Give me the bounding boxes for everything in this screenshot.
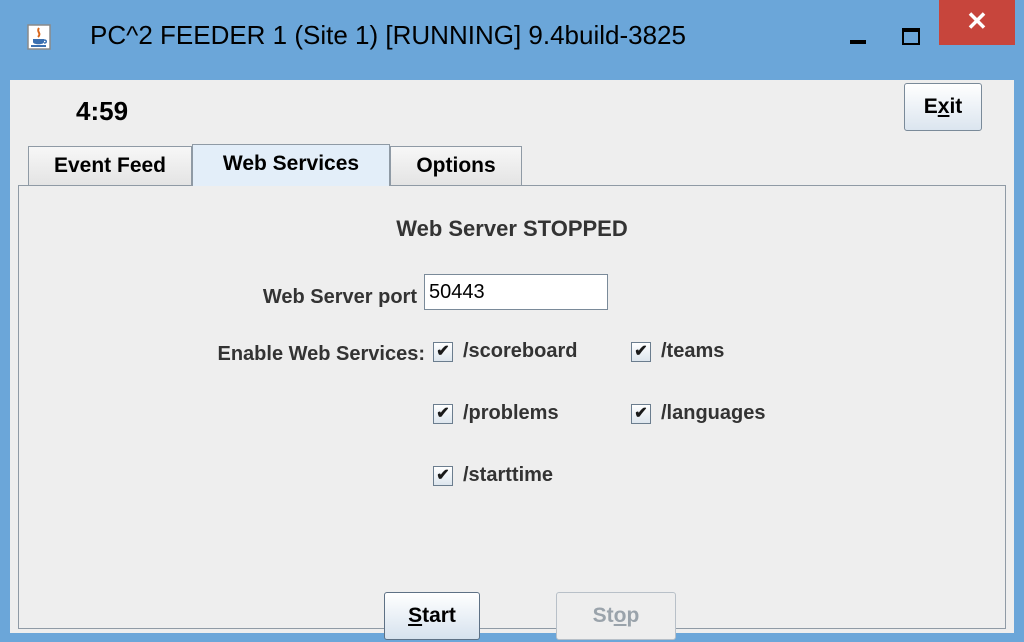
web-services-panel: Web Server STOPPED Web Server port Enabl… (18, 185, 1006, 640)
port-label: Web Server port (262, 286, 417, 308)
tab-options[interactable]: Options (390, 146, 522, 185)
port-input[interactable] (424, 274, 608, 310)
window-title: PC^2 FEEDER 1 (Site 1) [RUNNING] 9.4buil… (90, 20, 686, 50)
exit-label-suffix: it (949, 95, 963, 118)
checkbox-checked-icon: ✔ (433, 465, 453, 486)
checkbox-checked-icon: ✔ (631, 403, 651, 424)
exit-button[interactable]: Exit (904, 83, 982, 131)
minimize-button[interactable] (832, 8, 884, 60)
stop-button: Stop (556, 592, 676, 640)
problems-label: /problems (463, 402, 559, 424)
java-app-icon (27, 24, 51, 50)
web-server-status: Web Server STOPPED (396, 216, 628, 241)
maximize-button[interactable] (884, 8, 936, 60)
start-label-rest: tart (422, 604, 456, 627)
exit-label-mnemonic: x (937, 95, 950, 118)
close-button[interactable]: ✕ (939, 0, 1015, 45)
stop-label-prefix: St (592, 604, 614, 627)
starttime-checkbox[interactable]: ✔ /starttime (433, 464, 553, 487)
scoreboard-label: /scoreboard (463, 340, 578, 362)
start-label-mnemonic: S (408, 604, 423, 627)
teams-label: /teams (661, 340, 725, 362)
enable-services-label: Enable Web Services: (217, 343, 426, 365)
teams-checkbox[interactable]: ✔ /teams (631, 340, 724, 363)
start-button[interactable]: Start (384, 592, 480, 640)
scoreboard-checkbox[interactable]: ✔ /scoreboard (433, 340, 577, 363)
stop-label-mnemonic: o (613, 604, 627, 627)
problems-checkbox[interactable]: ✔ /problems (433, 402, 559, 425)
languages-label: /languages (661, 402, 766, 424)
close-icon: ✕ (966, 6, 988, 36)
starttime-label: /starttime (463, 464, 554, 486)
tab-event-feed[interactable]: Event Feed (28, 146, 192, 185)
checkbox-checked-icon: ✔ (433, 403, 453, 424)
tab-web-services[interactable]: Web Services (192, 144, 390, 186)
checkbox-checked-icon: ✔ (433, 341, 453, 362)
client-area: 4:59 Exit Event Feed Web Services Option… (10, 80, 1014, 640)
title-bar[interactable]: PC^2 FEEDER 1 (Site 1) [RUNNING] 9.4buil… (0, 0, 1024, 80)
checkbox-checked-icon: ✔ (631, 341, 651, 362)
languages-checkbox[interactable]: ✔ /languages (631, 402, 765, 425)
stop-label-suffix: p (626, 604, 640, 627)
exit-label-prefix: E (923, 95, 938, 118)
remaining-time: 4:59 (76, 96, 129, 126)
app-window: PC^2 FEEDER 1 (Site 1) [RUNNING] 9.4buil… (0, 0, 1024, 642)
